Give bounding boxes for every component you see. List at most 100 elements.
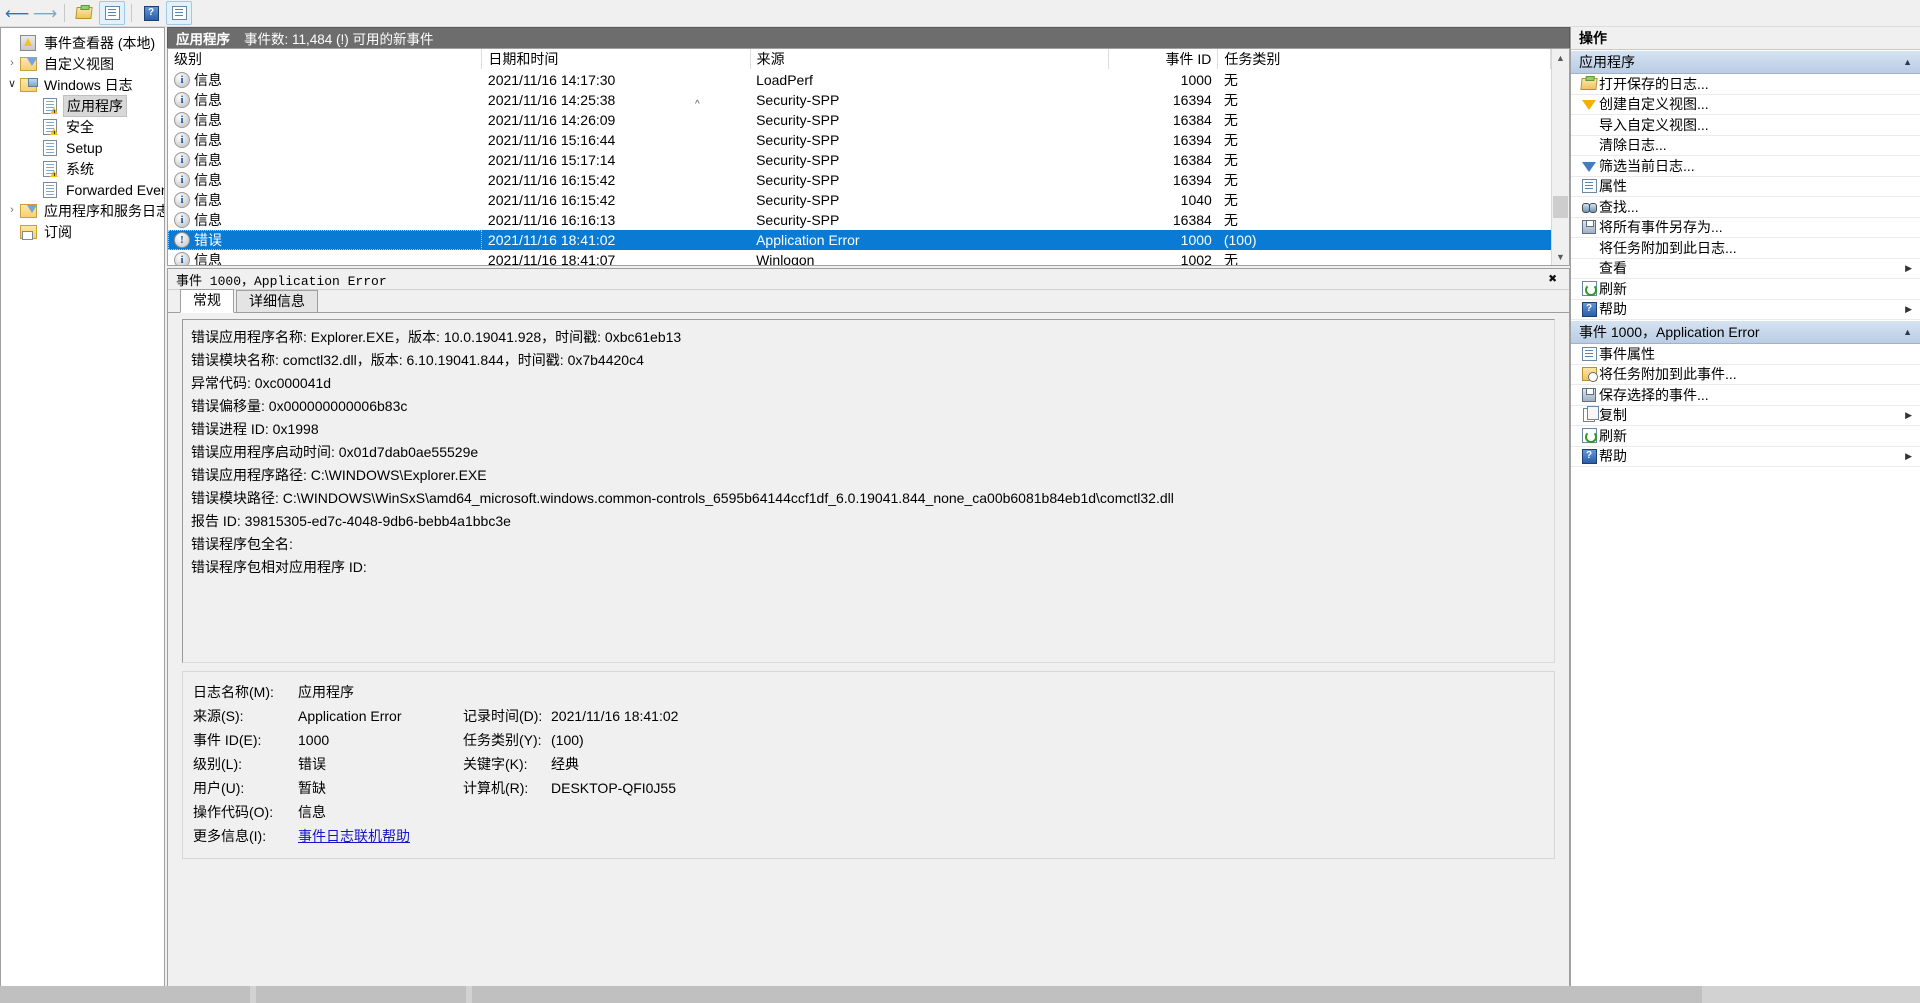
- table-row[interactable]: i 信息 2021/11/16 15:17:14 Security-SPP 163…: [168, 150, 1551, 170]
- filter-yellow-icon: [1579, 98, 1599, 111]
- action-refresh-event[interactable]: 刷新: [1571, 426, 1920, 447]
- column-header-event-id[interactable]: 事件 ID: [1108, 49, 1219, 70]
- tree-item-application[interactable]: 应用程序: [1, 94, 164, 117]
- taskbar[interactable]: [0, 986, 1920, 1003]
- info-icon: i: [174, 92, 190, 108]
- table-row[interactable]: i 信息 2021/11/16 15:16:44 Security-SPP 163…: [168, 130, 1551, 150]
- meta-label-task-category: 任务类别(Y):: [463, 732, 542, 748]
- tree-item-subscriptions[interactable]: 订阅: [1, 221, 164, 242]
- actions-group-application[interactable]: 应用程序 ▲: [1571, 50, 1920, 74]
- tree-twisty-windows-logs[interactable]: ∨: [5, 79, 19, 90]
- action-properties[interactable]: 属性: [1571, 177, 1920, 197]
- tab-general[interactable]: 常规: [180, 289, 234, 313]
- action-copy[interactable]: 复制 ▶: [1571, 406, 1920, 426]
- cell-source: Security-SPP: [756, 192, 840, 208]
- action-import-custom-view[interactable]: 导入自定义视图...: [1571, 115, 1920, 136]
- log-warn-icon-application: [41, 97, 59, 114]
- scroll-down-button[interactable]: ▼: [1552, 248, 1569, 265]
- console-tree-icon: [104, 6, 120, 20]
- save-icon: [1579, 220, 1599, 235]
- cell-datetime: 2021/11/16 15:17:14: [487, 152, 616, 168]
- actions-list-event: 事件属性 将任务附加到此事件... 保存选择的事件... 复制 ▶ 刷新 ? 帮…: [1571, 344, 1920, 467]
- table-row[interactable]: ! 错误 2021/11/16 18:41:02 Application Erro…: [168, 230, 1551, 250]
- chevron-up-icon[interactable]: ▲: [1903, 57, 1912, 67]
- action-save-selected-events[interactable]: 保存选择的事件...: [1571, 385, 1920, 406]
- back-button[interactable]: ⟵: [4, 1, 30, 25]
- actions-group-event[interactable]: 事件 1000，Application Error ▲: [1571, 320, 1920, 344]
- cell-task: 无: [1223, 192, 1238, 208]
- meta-value-user: 暂缺: [298, 780, 326, 796]
- error-icon: !: [174, 232, 190, 248]
- cell-datetime: 2021/11/16 16:15:42: [487, 192, 616, 208]
- tree-item-custom-views[interactable]: › 自定义视图: [1, 53, 164, 74]
- action-attach-task-to-event[interactable]: 将任务附加到此事件...: [1571, 365, 1920, 385]
- event-message-box[interactable]: 错误应用程序名称: Explorer.EXE，版本: 10.0.19041.92…: [182, 319, 1555, 663]
- tree-twisty-custom-views[interactable]: ›: [5, 58, 19, 69]
- cell-task: 无: [1223, 72, 1238, 88]
- cell-event-id: 16384: [1172, 152, 1212, 168]
- events-table-wrap: 级别 日期和时间 来源 事件 ID 任务类别 i 信息 2021/11/16 14…: [167, 48, 1570, 266]
- table-row[interactable]: i 信息 2021/11/16 16:16:13 Security-SPP 163…: [168, 210, 1551, 230]
- event-log-online-help-link[interactable]: 事件日志联机帮助: [298, 824, 463, 848]
- forward-button[interactable]: ⟶: [32, 1, 58, 25]
- table-row[interactable]: i 信息 2021/11/16 18:41:07 Winlogon 1002 无: [168, 250, 1551, 265]
- column-header-source[interactable]: 来源: [750, 49, 1110, 70]
- action-help-event[interactable]: ? 帮助 ▶: [1571, 447, 1920, 467]
- action-open-saved-log[interactable]: 打开保存的日志...: [1571, 74, 1920, 95]
- action-clear-log[interactable]: 清除日志...: [1571, 136, 1920, 156]
- action-attach-task-to-log[interactable]: 将任务附加到此日志...: [1571, 238, 1920, 259]
- column-header-level[interactable]: 级别: [168, 49, 483, 70]
- column-header-task-category[interactable]: 任务类别: [1217, 49, 1551, 70]
- help-button[interactable]: ?: [138, 1, 164, 25]
- meta-value-log-name: 应用程序: [298, 684, 354, 700]
- action-help[interactable]: ? 帮助 ▶: [1571, 300, 1920, 320]
- action-find[interactable]: 查找...: [1571, 197, 1920, 218]
- open-saved-log-icon: [75, 7, 93, 19]
- tree-item-app-service-logs[interactable]: › 应用程序和服务日志: [1, 200, 164, 221]
- action-label: 将任务附加到此事件...: [1599, 366, 1737, 383]
- table-row[interactable]: i 信息 2021/11/16 16:15:42 Security-SPP 163…: [168, 170, 1551, 190]
- action-filter-current-log[interactable]: 筛选当前日志...: [1571, 156, 1920, 177]
- table-row[interactable]: i 信息 2021/11/16 14:26:09 Security-SPP 163…: [168, 110, 1551, 130]
- cell-task: 无: [1223, 152, 1238, 168]
- scrollbar-track[interactable]: [1552, 66, 1569, 248]
- scrollbar-thumb[interactable]: [1553, 196, 1568, 218]
- find-binoculars-icon: [1579, 202, 1599, 213]
- cell-source: Winlogon: [756, 252, 815, 265]
- tree-item-security[interactable]: 安全: [1, 116, 164, 137]
- cell-task: 无: [1223, 112, 1238, 128]
- action-event-properties[interactable]: 事件属性: [1571, 344, 1920, 365]
- tab-details[interactable]: 详细信息: [236, 290, 318, 312]
- copy-icon: [1579, 406, 1599, 423]
- table-row[interactable]: i 信息 2021/11/16 16:15:42 Security-SPP 104…: [168, 190, 1551, 210]
- tree-item-system[interactable]: 系统: [1, 158, 164, 179]
- tree-twisty-app-service-logs[interactable]: ›: [5, 205, 19, 216]
- cell-datetime: 2021/11/16 18:41:07: [487, 252, 616, 265]
- close-icon[interactable]: ✖: [1545, 271, 1561, 288]
- scroll-up-button[interactable]: ▲: [1552, 49, 1569, 66]
- action-view[interactable]: 查看 ▶: [1571, 259, 1920, 279]
- console-tree: 事件查看器 (本地) › 自定义视图 ∨ Windows 日志 应用程序 安全 …: [1, 28, 164, 242]
- action-label: 创建自定义视图...: [1599, 96, 1709, 113]
- open-saved-log-button[interactable]: [71, 1, 97, 25]
- column-header-datetime[interactable]: 日期和时间: [481, 49, 751, 70]
- tree-label-forwarded-events: Forwarded Events: [66, 181, 164, 198]
- tree-root-event-viewer[interactable]: 事件查看器 (本地): [1, 32, 164, 53]
- meta-value-level: 错误: [298, 756, 326, 772]
- show-action-pane-button[interactable]: [166, 1, 192, 25]
- chevron-up-icon[interactable]: ▲: [1903, 327, 1912, 337]
- table-row[interactable]: i 信息 2021/11/16 14:25:38 Security-SPP 163…: [168, 90, 1551, 110]
- sort-indicator-icon: ^: [695, 99, 700, 110]
- table-row[interactable]: i 信息 2021/11/16 14:17:30 LoadPerf 1000 无: [168, 70, 1551, 91]
- center-pane: 应用程序 事件数: 11,484 (!) 可用的新事件 级别 日期和时间 来源 …: [167, 27, 1570, 1003]
- action-create-custom-view[interactable]: 创建自定义视图...: [1571, 95, 1920, 115]
- show-console-tree-button[interactable]: [99, 1, 125, 25]
- tree-item-forwarded-events[interactable]: Forwarded Events: [1, 179, 164, 200]
- message-line: 错误应用程序路径: C:\WINDOWS\Explorer.EXE: [191, 467, 487, 483]
- tree-item-windows-logs[interactable]: ∨ Windows 日志: [1, 74, 164, 95]
- action-refresh[interactable]: 刷新: [1571, 279, 1920, 300]
- action-label: 帮助: [1599, 301, 1627, 318]
- tree-item-setup[interactable]: Setup: [1, 137, 164, 158]
- events-vertical-scrollbar[interactable]: ▲ ▼: [1551, 49, 1569, 265]
- action-save-all-events-as[interactable]: 将所有事件另存为...: [1571, 218, 1920, 238]
